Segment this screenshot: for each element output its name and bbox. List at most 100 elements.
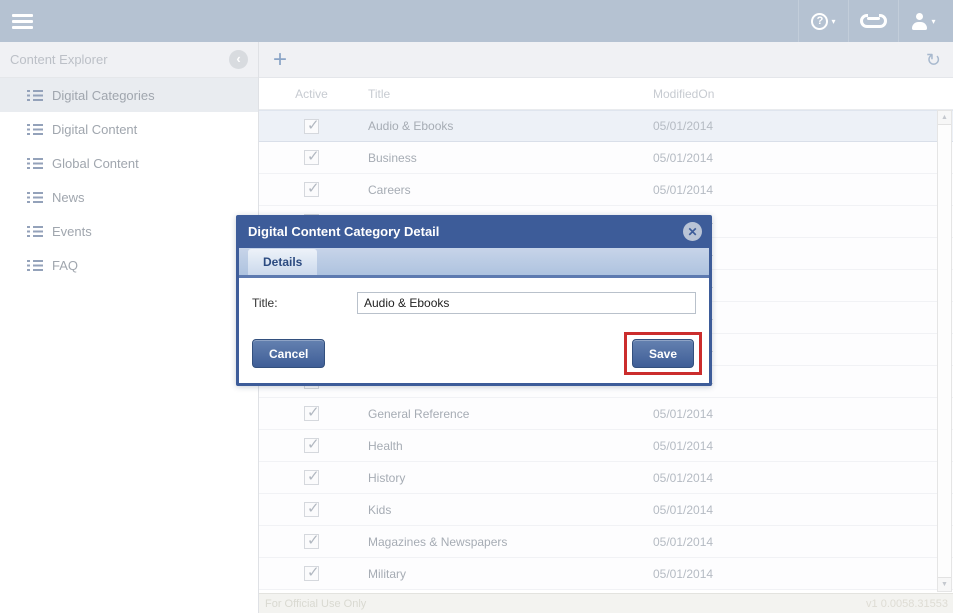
table-header: Active Title ModifiedOn bbox=[259, 78, 953, 110]
table-row[interactable]: Careers 05/01/2014 bbox=[259, 174, 953, 206]
sidebar-header: Content Explorer ‹ bbox=[0, 42, 258, 78]
table-row[interactable]: Audio & Ebooks 05/01/2014 bbox=[259, 110, 953, 142]
chevron-down-icon: ▾ bbox=[831, 17, 835, 26]
user-icon bbox=[911, 13, 928, 30]
row-date: 05/01/2014 bbox=[653, 535, 713, 549]
close-icon[interactable]: ✕ bbox=[683, 222, 702, 241]
help-icon: ? bbox=[811, 13, 828, 30]
table-row[interactable]: Magazines & Newspapers 05/01/2014 bbox=[259, 526, 953, 558]
column-header-active[interactable]: Active bbox=[295, 87, 328, 101]
sidebar-item-label: News bbox=[52, 190, 85, 205]
list-icon bbox=[27, 192, 43, 203]
hamburger-icon bbox=[12, 14, 33, 29]
row-title: Magazines & Newspapers bbox=[368, 535, 507, 549]
list-icon bbox=[27, 226, 43, 237]
top-bar: ? ▾ ▾ bbox=[0, 0, 953, 42]
row-title: Careers bbox=[368, 183, 411, 197]
version-label: v1 0.0058.31553 bbox=[866, 598, 948, 610]
save-highlight-annotation: Save bbox=[624, 332, 702, 375]
grid-toolbar: + ↻ bbox=[259, 42, 953, 78]
table-row[interactable]: Health 05/01/2014 bbox=[259, 430, 953, 462]
row-title: Business bbox=[368, 151, 417, 165]
title-field-label: Title: bbox=[252, 292, 357, 314]
sidebar-item[interactable]: Digital Categories bbox=[0, 78, 258, 112]
sidebar-item[interactable]: Digital Content bbox=[0, 112, 258, 146]
column-header-title[interactable]: Title bbox=[368, 87, 390, 101]
list-icon bbox=[27, 260, 43, 271]
dialog-tabs: Details bbox=[239, 248, 709, 278]
chevron-down-icon: ▾ bbox=[931, 17, 935, 26]
active-checkbox[interactable] bbox=[304, 566, 319, 581]
sidebar-item[interactable]: Global Content bbox=[0, 146, 258, 180]
menu-button[interactable] bbox=[0, 0, 44, 42]
active-checkbox[interactable] bbox=[304, 150, 319, 165]
active-checkbox[interactable] bbox=[304, 119, 319, 134]
user-menu-button[interactable]: ▾ bbox=[898, 0, 948, 42]
sidebar-title: Content Explorer bbox=[10, 52, 108, 67]
sidebar-item-label: Digital Content bbox=[52, 122, 137, 137]
dialog-body: Title: Cancel Save bbox=[239, 278, 709, 383]
dialog-title: Digital Content Category Detail bbox=[248, 224, 439, 239]
table-row[interactable]: Kids 05/01/2014 bbox=[259, 494, 953, 526]
list-icon bbox=[27, 90, 43, 101]
content-explorer-sidebar: Content Explorer ‹ Digital Categories Di… bbox=[0, 42, 259, 613]
sidebar-item-label: FAQ bbox=[52, 258, 78, 273]
sidebar-collapse-button[interactable]: ‹ bbox=[229, 50, 248, 69]
tray-icon bbox=[860, 14, 887, 28]
row-title: Audio & Ebooks bbox=[368, 119, 453, 133]
sidebar-item[interactable]: News bbox=[0, 180, 258, 214]
status-bar: For Official Use Only v1 0.0058.31553 bbox=[259, 593, 953, 613]
table-row[interactable]: Military 05/01/2014 bbox=[259, 558, 953, 590]
sidebar-items: Digital Categories Digital Content Globa… bbox=[0, 78, 258, 282]
active-checkbox[interactable] bbox=[304, 502, 319, 517]
row-title: Health bbox=[368, 439, 403, 453]
row-date: 05/01/2014 bbox=[653, 503, 713, 517]
active-checkbox[interactable] bbox=[304, 438, 319, 453]
list-icon bbox=[27, 158, 43, 169]
scroll-down-icon[interactable]: ▼ bbox=[938, 578, 951, 591]
table-row[interactable]: Business 05/01/2014 bbox=[259, 142, 953, 174]
row-date: 05/01/2014 bbox=[653, 439, 713, 453]
classification-label: For Official Use Only bbox=[265, 598, 366, 610]
row-date: 05/01/2014 bbox=[653, 471, 713, 485]
row-date: 05/01/2014 bbox=[653, 183, 713, 197]
add-button[interactable]: + bbox=[273, 48, 287, 72]
sidebar-item-label: Digital Categories bbox=[52, 88, 155, 103]
row-title: History bbox=[368, 471, 405, 485]
topbar-actions: ? ▾ ▾ bbox=[798, 0, 948, 42]
active-checkbox[interactable] bbox=[304, 406, 319, 421]
sidebar-item-label: Global Content bbox=[52, 156, 139, 171]
refresh-button[interactable]: ↻ bbox=[926, 51, 941, 69]
vertical-scrollbar[interactable]: ▲ ▼ bbox=[937, 110, 952, 592]
tab-details[interactable]: Details bbox=[248, 249, 317, 275]
category-detail-dialog: Digital Content Category Detail ✕ Detail… bbox=[236, 215, 712, 386]
scrollbar-thumb[interactable] bbox=[938, 124, 951, 578]
row-date: 05/01/2014 bbox=[653, 151, 713, 165]
sidebar-item[interactable]: FAQ bbox=[0, 248, 258, 282]
row-title: Kids bbox=[368, 503, 391, 517]
column-header-modifiedon[interactable]: ModifiedOn bbox=[653, 87, 714, 101]
list-icon bbox=[27, 124, 43, 135]
tray-button[interactable] bbox=[848, 0, 898, 42]
table-row[interactable]: General Reference 05/01/2014 bbox=[259, 398, 953, 430]
scroll-up-icon[interactable]: ▲ bbox=[938, 111, 951, 124]
row-date: 05/01/2014 bbox=[653, 119, 713, 133]
save-button[interactable]: Save bbox=[632, 339, 694, 368]
dialog-buttons: Cancel Save bbox=[252, 332, 696, 375]
title-input[interactable] bbox=[357, 292, 696, 314]
sidebar-item[interactable]: Events bbox=[0, 214, 258, 248]
dialog-content: Details Title: Cancel Save bbox=[239, 248, 709, 383]
table-row[interactable]: History 05/01/2014 bbox=[259, 462, 953, 494]
row-title: Military bbox=[368, 567, 406, 581]
row-date: 05/01/2014 bbox=[653, 567, 713, 581]
active-checkbox[interactable] bbox=[304, 470, 319, 485]
title-field-row: Title: bbox=[252, 292, 696, 314]
cancel-button[interactable]: Cancel bbox=[252, 339, 325, 368]
active-checkbox[interactable] bbox=[304, 182, 319, 197]
help-button[interactable]: ? ▾ bbox=[798, 0, 848, 42]
sidebar-item-label: Events bbox=[52, 224, 92, 239]
active-checkbox[interactable] bbox=[304, 534, 319, 549]
dialog-titlebar: Digital Content Category Detail ✕ bbox=[236, 215, 712, 248]
row-title: General Reference bbox=[368, 407, 469, 421]
row-date: 05/01/2014 bbox=[653, 407, 713, 421]
